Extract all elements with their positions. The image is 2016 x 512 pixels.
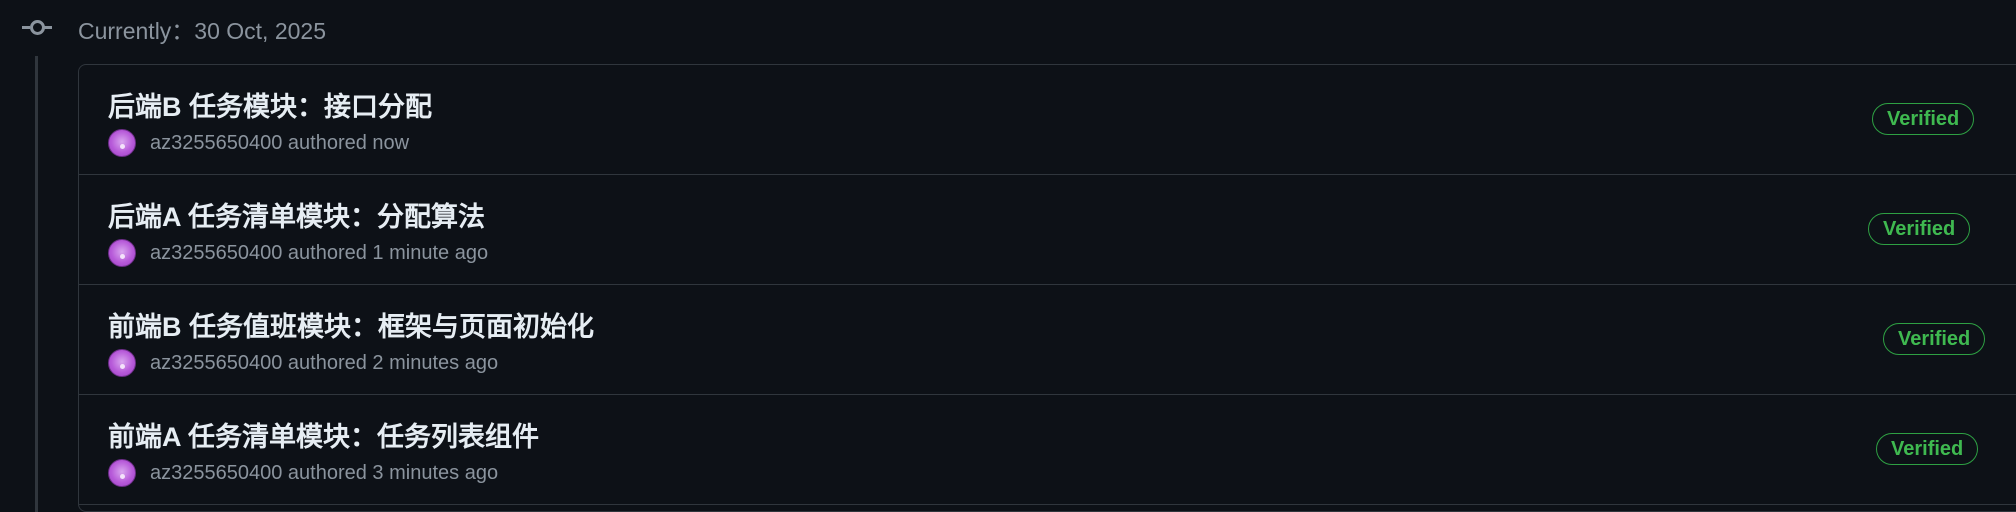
avatar[interactable] [108, 459, 136, 487]
git-commit-icon [20, 17, 54, 37]
commit-title-link[interactable]: 后端A 任务清单模块：分配算法 [108, 195, 485, 234]
author-link[interactable]: az3255650400 [150, 242, 282, 264]
commit-meta: az3255650400 authored 1 minute ago [108, 238, 488, 268]
avatar[interactable] [108, 239, 136, 267]
author-link[interactable]: az3255650400 [150, 132, 282, 154]
verified-badge[interactable]: Verified [1868, 213, 1971, 245]
commit-meta: az3255650400 authored 2 minutes ago [108, 348, 498, 378]
verified-badge[interactable]: Verified [1876, 433, 1979, 465]
authored-time: authored 1 minute ago [287, 241, 489, 264]
commit-row: 后端B 任务模块：接口分配 az3255650400 authored now … [79, 65, 2016, 175]
timeline-line [35, 56, 38, 512]
commit-date-header: Currently：30 Oct, 2025 [78, 18, 327, 44]
commit-title-link[interactable]: 前端B 任务值班模块：框架与页面初始化 [108, 305, 594, 344]
authored-time: authored now [287, 131, 410, 154]
commit-title-link[interactable]: 后端B 任务模块：接口分配 [108, 85, 432, 124]
commit-history: Currently：30 Oct, 2025 后端B 任务模块：接口分配 az3… [0, 0, 2016, 512]
verified-badge[interactable]: Verified [1872, 103, 1975, 135]
commit-row: 后端A 任务清单模块：分配算法 az3255650400 authored 1 … [79, 175, 2016, 285]
commit-row: 前端A 任务清单模块：任务列表组件 az3255650400 authored … [79, 395, 2016, 505]
commit-meta: az3255650400 authored 3 minutes ago [108, 458, 498, 488]
commit-meta: az3255650400 authored now [108, 128, 409, 158]
verified-badge[interactable]: Verified [1883, 323, 1986, 355]
avatar[interactable] [108, 349, 136, 377]
author-link[interactable]: az3255650400 [150, 352, 282, 374]
author-link[interactable]: az3255650400 [150, 462, 282, 484]
avatar[interactable] [108, 129, 136, 157]
commit-row: 前端B 任务值班模块：框架与页面初始化 az3255650400 authore… [79, 285, 2016, 395]
authored-time: authored 3 minutes ago [287, 461, 499, 484]
commit-title-link[interactable]: 前端A 任务清单模块：任务列表组件 [108, 415, 539, 454]
commit-list: 后端B 任务模块：接口分配 az3255650400 authored now … [78, 64, 2016, 512]
authored-time: authored 2 minutes ago [287, 351, 499, 374]
